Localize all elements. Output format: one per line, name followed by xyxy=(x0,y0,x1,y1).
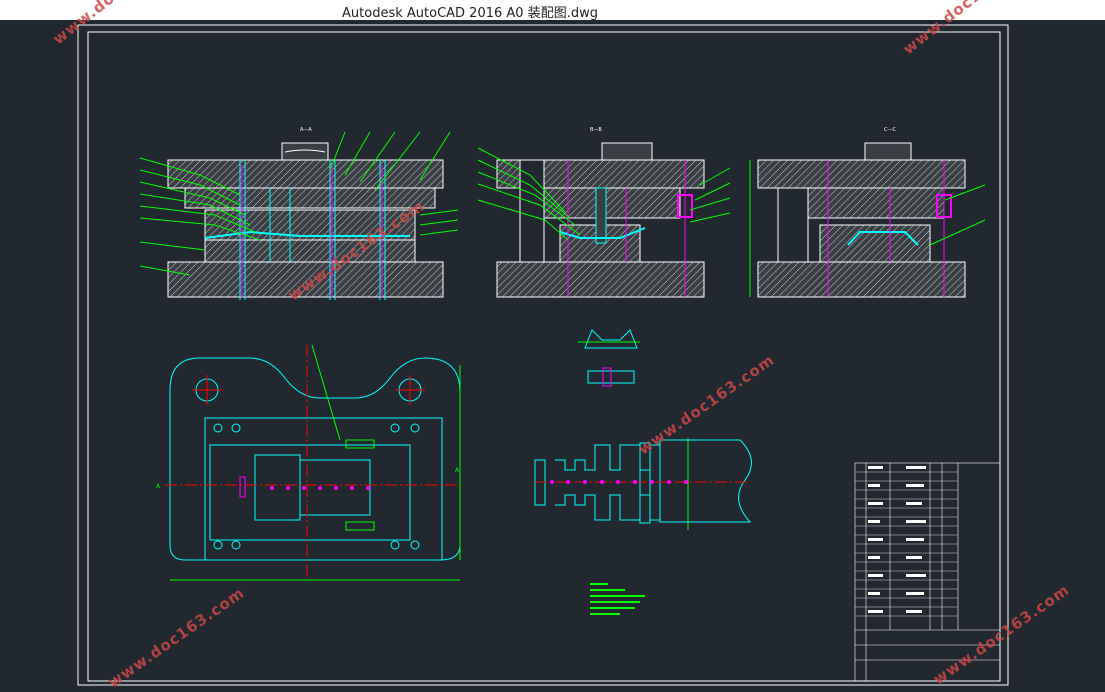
section-label-c: C—C xyxy=(884,127,896,133)
part-detail-view xyxy=(578,329,640,387)
outer-frame xyxy=(77,24,1009,686)
inner-frame xyxy=(87,31,1001,682)
section-b-view: B—B xyxy=(477,127,731,298)
drawing-canvas[interactable]: A—A B—B C—C A A www.doc163.com www.doc16… xyxy=(0,0,1105,691)
section-label-a: A—A xyxy=(300,127,312,133)
die-top-view: A A xyxy=(156,344,461,581)
window-title: Autodesk AutoCAD 2016 A0 装配图.dwg xyxy=(342,6,598,21)
section-label-b: B—B xyxy=(590,127,602,133)
section-c-view: C—C xyxy=(749,127,986,298)
technical-notes xyxy=(590,583,645,615)
view-mark-a-right: A xyxy=(455,467,460,474)
view-mark-a-left: A xyxy=(156,483,161,490)
cad-drawing: A—A B—B C—C A A xyxy=(77,24,1009,686)
